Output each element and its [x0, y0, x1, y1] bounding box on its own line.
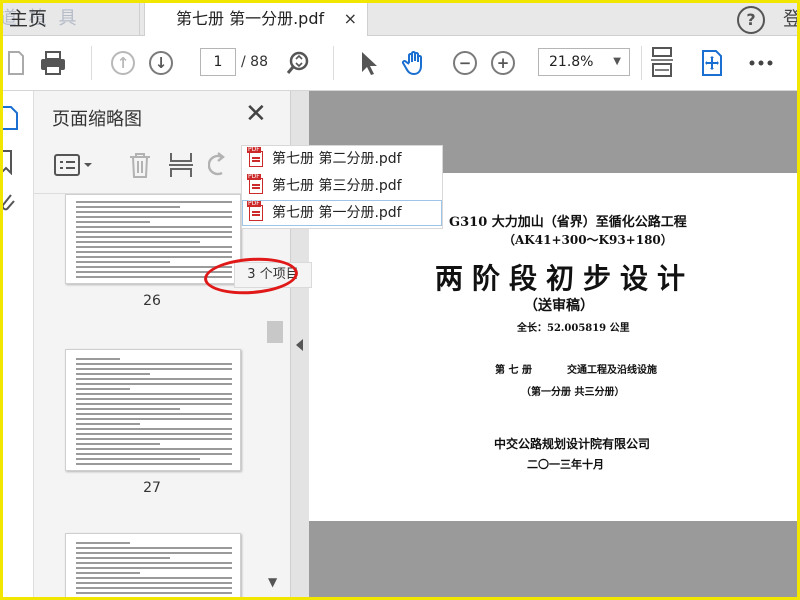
tab-close-icon[interactable]: × — [344, 3, 357, 35]
attachment-icon[interactable] — [1, 193, 15, 221]
toolbar-divider — [333, 46, 334, 80]
file-name: 第七册 第一分册.pdf — [272, 205, 402, 221]
pdf-file-icon: PDF — [247, 201, 263, 221]
thumbnail-label: 27 — [143, 480, 161, 496]
zoom-search-icon[interactable] — [283, 48, 313, 78]
part-info: （第一分册 共三分册） — [521, 387, 625, 398]
route-length: 全长：52.005819 公里 — [517, 323, 630, 334]
thumbnail-label: 26 — [143, 293, 161, 309]
tab-home[interactable]: 道 植 具 主页 — [3, 3, 140, 35]
draft-subtitle: （送审稿） — [524, 298, 594, 314]
previous-page-icon[interactable]: ↑ — [108, 48, 138, 78]
more-options-icon[interactable] — [746, 48, 776, 78]
collapse-left-icon — [296, 339, 303, 351]
bookmark-icon[interactable] — [0, 149, 15, 179]
scroll-down-icon[interactable]: ▼ — [268, 575, 277, 589]
zoom-out-icon[interactable]: − — [450, 48, 480, 78]
rotate-page-icon[interactable] — [207, 151, 228, 183]
navigation-rail — [0, 91, 34, 597]
hand-tool-icon[interactable] — [400, 48, 430, 78]
toolbar-divider — [641, 46, 642, 80]
tab-home-label: 主页 — [9, 8, 48, 30]
list-item[interactable]: PDF 第七册 第三分册.pdf — [242, 173, 442, 199]
tab-document[interactable]: 第七册 第一分册.pdf × — [144, 3, 368, 36]
tab-document-title: 第七册 第一分册.pdf — [176, 9, 325, 28]
thumbnail-page-28[interactable] — [65, 533, 241, 597]
print-icon[interactable] — [38, 48, 68, 78]
main-toolbar: ↑ ↓ 1 / 88 − + 21.8% ▼ — [3, 36, 797, 91]
fit-page-icon[interactable] — [647, 47, 677, 78]
thumbnail-list: 26 27 — [34, 194, 290, 597]
select-pointer-icon[interactable] — [353, 48, 383, 78]
zoom-in-icon[interactable]: + — [488, 48, 518, 78]
volume-number: 第 七 册 — [495, 365, 532, 376]
tab-bar: 道 植 具 主页 第七册 第一分册.pdf × ? 登 — [3, 3, 800, 36]
next-page-icon[interactable]: ↓ — [146, 48, 176, 78]
insert-page-icon[interactable] — [168, 151, 194, 183]
close-icon[interactable]: ✕ — [245, 101, 267, 127]
page-number-input[interactable]: 1 — [200, 48, 236, 76]
organization-name: 中交公路规划设计院有限公司 — [494, 437, 651, 451]
login-link[interactable]: 登 — [783, 3, 800, 35]
thumbnail-scrollbar[interactable] — [265, 194, 283, 597]
file-name: 第七册 第三分册.pdf — [272, 178, 402, 194]
full-screen-icon[interactable] — [697, 48, 727, 78]
toolbar-divider — [91, 46, 92, 80]
zoom-level-value: 21.8% — [549, 54, 594, 70]
scrollbar-thumb[interactable] — [267, 321, 283, 343]
design-stage-title: 两阶段初步设计 — [435, 262, 695, 295]
save-icon[interactable] — [1, 48, 31, 78]
options-menu-icon[interactable] — [54, 153, 94, 183]
help-icon[interactable]: ? — [737, 6, 765, 34]
pdf-file-icon: PDF — [247, 174, 263, 194]
list-item[interactable]: PDF 第七册 第一分册.pdf — [242, 200, 442, 226]
zoom-level-select[interactable]: 21.8% ▼ — [538, 48, 630, 76]
thumbnail-page-27[interactable] — [65, 349, 241, 471]
list-item[interactable]: PDF 第七册 第二分册.pdf — [242, 146, 442, 172]
chevron-down-icon: ▼ — [613, 56, 621, 67]
pdf-file-icon: PDF — [247, 147, 263, 167]
project-range: （AK41+300～K93+180） — [503, 233, 673, 247]
page-thumbnails-icon[interactable] — [1, 105, 19, 135]
volume-name: 交通工程及沿线设施 — [567, 365, 657, 376]
project-title: G310 大力加山（省界）至循化公路工程 — [449, 215, 687, 230]
panel-title: 页面缩略图 — [52, 109, 142, 130]
page-total-label: / 88 — [241, 54, 268, 70]
file-name: 第七册 第二分册.pdf — [272, 151, 402, 167]
delete-page-icon[interactable] — [128, 151, 152, 183]
document-date: 二〇一三年十月 — [527, 458, 604, 471]
open-files-list: PDF 第七册 第二分册.pdf PDF 第七册 第三分册.pdf PDF 第七… — [241, 145, 443, 229]
